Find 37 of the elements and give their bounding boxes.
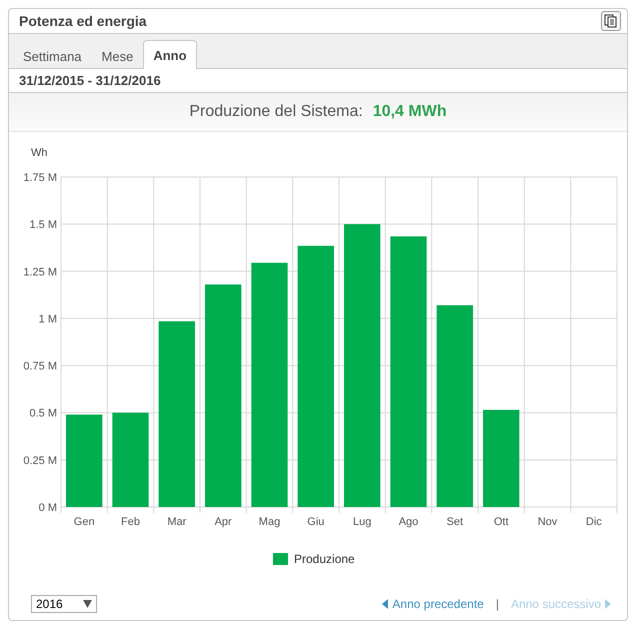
tab[interactable]: Anno [143, 40, 197, 69]
tab[interactable]: Mese [92, 43, 144, 69]
tick-label: Giu [307, 516, 324, 528]
summary-label: Produzione del Sistema: [189, 103, 363, 121]
tick-label: 1 M [38, 313, 57, 326]
summary-value: 10,4 MWh [372, 103, 447, 121]
tick-label: Set [446, 516, 464, 528]
right-triangle-icon [605, 598, 611, 608]
tick-label: Dic [586, 516, 602, 528]
tick-label: 0.5 M [29, 408, 57, 420]
tick-label: 1.75 M [23, 172, 57, 184]
separator: | [496, 596, 499, 610]
tick-label: 0 M [38, 502, 57, 514]
tick-label: Mar [167, 516, 186, 528]
tick-label: Gen [74, 516, 95, 528]
tick-label: Mag [258, 516, 280, 528]
export-button[interactable] [601, 11, 621, 31]
tick-label: Apr [214, 516, 232, 528]
tick-label: Ott [494, 516, 508, 528]
tick-label: Ago [398, 516, 418, 528]
panel-title: Potenza ed energia [19, 13, 147, 29]
document-icon [604, 14, 618, 28]
caret-icon [83, 600, 92, 608]
tick-label: 1.25 M [23, 266, 57, 278]
legend-label: Produzione [294, 552, 355, 566]
tick-label: 0.75 M [23, 360, 57, 373]
tab[interactable]: Settimana [13, 43, 92, 69]
tick-label: Nov [538, 516, 558, 528]
tick-label: 0.25 M [23, 454, 57, 467]
axis-unit: Wh [31, 147, 48, 159]
tick-label: Feb [121, 516, 140, 528]
date-range: 31/12/2015 - 31/12/2016 [19, 73, 161, 88]
year-select[interactable]: 2016 [31, 594, 97, 612]
nav-link[interactable]: Anno precedente [382, 596, 484, 610]
left-triangle-icon [382, 598, 388, 608]
tick-label: Lug [352, 516, 372, 528]
tick-label: 1.5 M [29, 219, 57, 232]
